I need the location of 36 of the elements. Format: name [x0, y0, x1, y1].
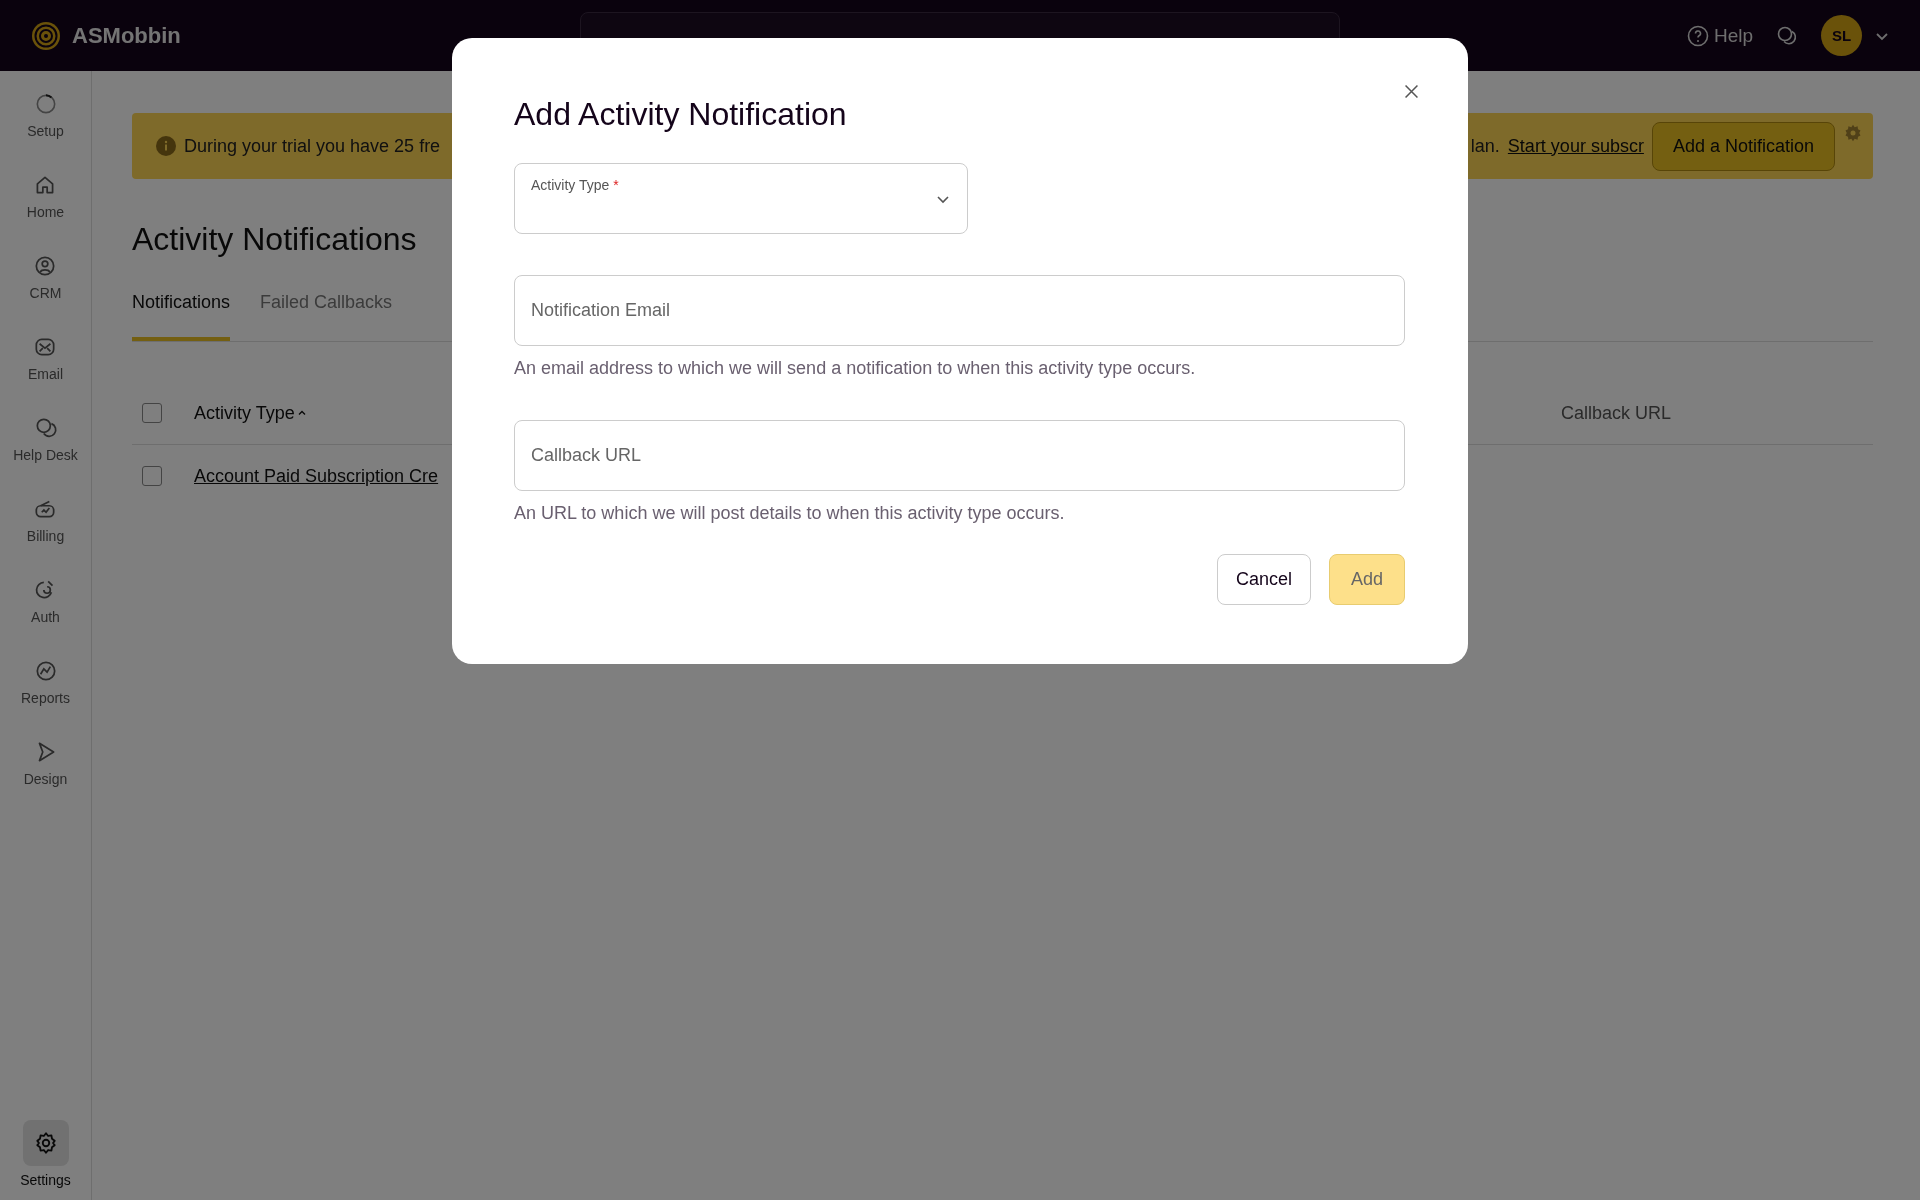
help-icon [1685, 23, 1710, 48]
dialog-title: Add Activity Notification [514, 96, 848, 133]
sidebar-item[interactable]: Billing [26, 496, 65, 544]
sidebar-item[interactable]: Auth [31, 577, 60, 625]
tab[interactable]: Failed Callbacks [260, 284, 393, 341]
sidebar-item[interactable]: Design [23, 739, 68, 787]
text-input-field[interactable]: Callback URL [514, 420, 1405, 491]
field-help-text: An URL to which we will post details to when this activity type occurs. [514, 503, 1066, 524]
sidebar-item[interactable]: CRM [29, 253, 62, 301]
tab[interactable]: Notifications [132, 284, 231, 341]
brand-name: ASMobbin [72, 22, 181, 49]
sort-ascending-icon [296, 408, 307, 418]
page-title: Activity Notifications [132, 221, 418, 258]
sidebar-item[interactable]: Help Desk [13, 415, 78, 463]
column-header[interactable]: Callback URL [1560, 402, 1671, 424]
column-header[interactable]: Activity Type [194, 402, 307, 424]
help-link[interactable]: Help [1685, 23, 1753, 48]
sidebar-item[interactable]: Home [26, 172, 65, 220]
user-avatar[interactable]: SL [1821, 15, 1862, 56]
banner-text: lan. [1470, 135, 1500, 157]
row-checkbox[interactable] [142, 466, 162, 486]
sidebar-item[interactable]: Setup [27, 91, 64, 139]
sidebar-item[interactable]: Email [28, 334, 63, 382]
add-notification-button[interactable]: Add a Notification [1651, 121, 1835, 171]
subscription-link[interactable]: Start your subscr [1507, 135, 1644, 157]
text-input-field[interactable]: Notification Email [514, 275, 1405, 346]
field-help-text: An email address to which we will send a notification to when this activity type occurs. [514, 358, 1197, 379]
close-icon[interactable] [1403, 83, 1420, 100]
banner-text: During your trial you have 25 fre [184, 135, 441, 157]
info-icon [156, 136, 176, 156]
sidebar-item[interactable]: Reports [21, 658, 70, 706]
logo-icon [30, 19, 62, 52]
activity-type-link[interactable]: Account Paid Subscription Cre [194, 465, 439, 487]
select-all-checkbox[interactable] [142, 403, 162, 423]
activity-type-select[interactable]: Activity Type * [514, 163, 968, 234]
cancel-button[interactable]: Cancel [1216, 554, 1311, 605]
